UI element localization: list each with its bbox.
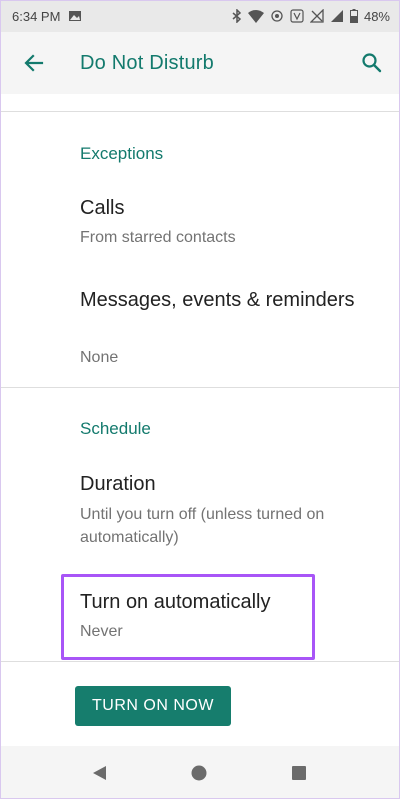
- section-header-exceptions: Exceptions: [80, 144, 164, 163]
- nav-recents-icon[interactable]: [291, 765, 307, 786]
- status-time: 6:34 PM: [12, 8, 61, 24]
- signal-icon: [330, 9, 344, 23]
- navigation-bar: [0, 746, 400, 799]
- divider: [0, 111, 400, 112]
- calls-subtitle: From starred contacts: [80, 229, 236, 246]
- status-bar: 6:34 PM 48%: [0, 0, 400, 32]
- duration-subtitle: Until you turn off (unless turned on aut…: [80, 506, 325, 546]
- image-icon: [68, 9, 82, 23]
- page-title: Do Not Disturb: [80, 52, 214, 74]
- messages-subtitle: None: [80, 349, 119, 366]
- nav-back-icon[interactable]: [91, 765, 107, 786]
- settings-list: Exceptions Calls From starred contacts M…: [0, 94, 400, 734]
- divider: [0, 387, 400, 388]
- arrow-back-icon[interactable]: [22, 51, 46, 75]
- highlight-box: [61, 574, 315, 660]
- calls-title: Calls: [80, 197, 125, 219]
- app-bar: Do Not Disturb: [0, 32, 400, 94]
- battery-percent: 48%: [363, 8, 390, 24]
- messages-title: Messages, events & reminders: [80, 289, 355, 311]
- search-icon[interactable]: [360, 51, 384, 75]
- data-off-icon: [309, 9, 324, 23]
- nav-home-icon[interactable]: [191, 765, 207, 786]
- turn-on-now-button[interactable]: TURN ON NOW: [75, 686, 231, 726]
- bluetooth-icon: [232, 9, 242, 23]
- hotspot-icon: [270, 9, 284, 23]
- turn-on-automatically-subtitle: Never: [80, 623, 123, 640]
- volte-icon: [290, 9, 304, 23]
- duration-title: Duration: [80, 473, 156, 495]
- divider: [0, 661, 400, 662]
- battery-icon: [349, 9, 358, 23]
- turn-on-automatically-title: Turn on automatically: [80, 591, 271, 613]
- wifi-icon: [247, 9, 264, 23]
- section-header-schedule: Schedule: [80, 419, 151, 438]
